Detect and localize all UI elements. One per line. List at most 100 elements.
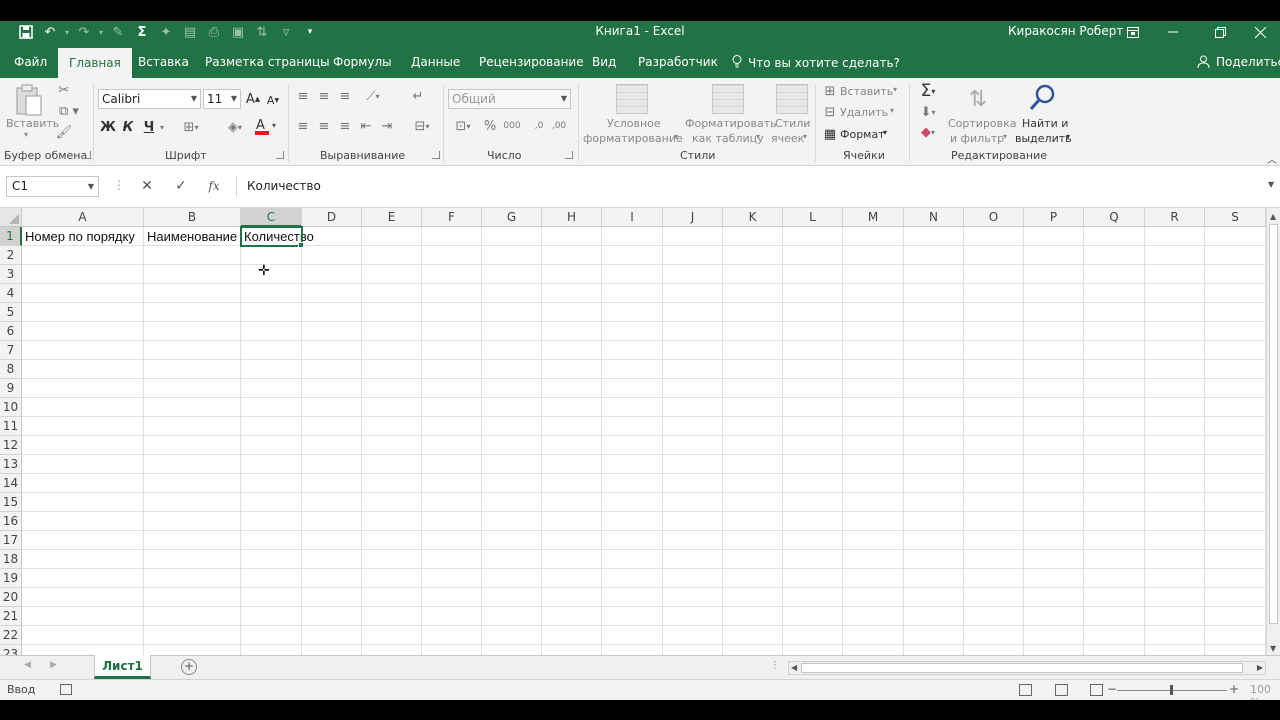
tab-splitter-icon[interactable]: ⋮ [770, 660, 780, 671]
number-format-select[interactable]: Общий ▼ [448, 89, 571, 109]
tell-me-box[interactable]: Что вы хотите сделать? [732, 55, 900, 71]
align-middle-icon[interactable]: ≡ [316, 88, 332, 104]
restore-icon[interactable] [1200, 21, 1240, 43]
row-header-18[interactable]: 18 [0, 550, 22, 569]
conditional-formatting-label-2[interactable]: форматирование [583, 132, 683, 145]
user-name[interactable]: Киракосян Роберт [1008, 24, 1123, 38]
cell-b1[interactable]: Наименование [144, 227, 241, 246]
tab-review[interactable]: Рецензирование [468, 43, 595, 78]
increase-indent-icon[interactable]: ⇥ [379, 118, 395, 134]
column-header-s[interactable]: S [1205, 208, 1266, 227]
font-size-select[interactable]: 11 ▼ [203, 89, 241, 109]
bold-button[interactable]: Ж [100, 118, 116, 136]
tab-developer[interactable]: Разработчик [627, 43, 729, 78]
page-layout-view-icon[interactable] [1055, 684, 1068, 696]
italic-button[interactable]: К [120, 118, 136, 136]
row-header-5[interactable]: 5 [0, 303, 22, 322]
currency-icon[interactable]: ⊡ ▾ [450, 118, 476, 134]
find-select-icon[interactable] [1026, 82, 1058, 114]
undo-icon[interactable]: ↶ [38, 23, 62, 41]
tab-data[interactable]: Данные [400, 43, 471, 78]
font-family-select[interactable]: Calibri ▼ [98, 89, 201, 109]
decrease-decimal-icon[interactable]: ,00 [550, 118, 568, 134]
find-select-label-2[interactable]: выделить [1015, 132, 1072, 145]
sort-filter-label-2[interactable]: и фильтр [950, 132, 1004, 145]
name-box[interactable]: C1 ▼ [6, 176, 99, 197]
zoom-in-icon[interactable]: + [1229, 682, 1239, 696]
close-icon[interactable] [1240, 21, 1280, 43]
font-color-icon[interactable]: A ▾ [254, 116, 280, 136]
cut-icon[interactable]: ✂ [56, 82, 72, 98]
sort-icon[interactable]: ⇅ [250, 23, 274, 41]
fill-icon[interactable]: ⬇ ▾ [914, 104, 942, 120]
tab-formulas[interactable]: Формулы [322, 43, 403, 78]
form-icon[interactable]: ▤ [178, 23, 202, 41]
cell-a1[interactable]: Номер по порядку [22, 227, 144, 246]
percent-icon[interactable]: % [482, 118, 498, 134]
sparkle-icon[interactable]: ✦ [154, 23, 178, 41]
underline-button[interactable]: Ч [141, 118, 157, 136]
undo-dropdown-icon[interactable]: ▾ [62, 23, 72, 41]
zoom-slider-thumb[interactable] [1170, 685, 1173, 695]
add-sheet-icon[interactable]: + [181, 659, 197, 675]
column-header-a[interactable]: A [22, 208, 144, 227]
align-bottom-icon[interactable]: ≡ [337, 88, 353, 104]
autosum-icon[interactable]: Σ [130, 23, 154, 41]
conditional-formatting-label-1[interactable]: Условное [607, 117, 661, 130]
next-sheet-icon[interactable]: ▶ [50, 660, 57, 670]
fill-handle[interactable] [298, 242, 304, 248]
autosum-icon[interactable]: Σ ▾ [914, 81, 942, 101]
number-launcher-icon[interactable] [565, 151, 573, 159]
column-header-g[interactable]: G [482, 208, 542, 227]
horizontal-scroll-thumb[interactable] [801, 663, 1243, 673]
filter-icon[interactable]: ▿ [274, 23, 298, 41]
format-as-table-icon[interactable] [712, 84, 744, 114]
zoom-out-icon[interactable]: − [1107, 682, 1117, 696]
share-button[interactable]: Поделиться [1197, 55, 1280, 71]
copy-icon[interactable]: ⧉ ▾ [56, 103, 82, 119]
row-header-1[interactable]: 1 [0, 227, 22, 246]
row-header-10[interactable]: 10 [0, 398, 22, 417]
collapse-ribbon-icon[interactable]: ︿ [1267, 151, 1277, 166]
scroll-left-icon[interactable]: ◀ [791, 663, 797, 672]
orientation-icon[interactable]: ⟋ ▾ [360, 88, 386, 104]
column-header-r[interactable]: R [1145, 208, 1205, 227]
align-top-icon[interactable]: ≡ [295, 88, 311, 104]
expand-formula-bar-icon[interactable]: ▼ [1268, 180, 1274, 189]
alignment-launcher-icon[interactable] [432, 151, 440, 159]
font-launcher-icon[interactable] [276, 151, 284, 159]
sheet-tab-list1[interactable]: Лист1 [94, 655, 151, 679]
scroll-down-icon[interactable]: ▼ [1270, 644, 1276, 653]
sort-filter-icon[interactable]: ⇅ [962, 84, 994, 114]
save-icon[interactable] [14, 23, 38, 41]
column-header-p[interactable]: P [1024, 208, 1084, 227]
row-header-20[interactable]: 20 [0, 588, 22, 607]
prev-sheet-icon[interactable]: ◀ [24, 660, 31, 670]
formula-bar-splitter-icon[interactable]: ⋮ [113, 178, 125, 192]
horizontal-scrollbar[interactable]: ◀ ▶ [788, 661, 1266, 675]
row-header-3[interactable]: 3 [0, 265, 22, 284]
fill-color-icon[interactable]: ◈ ▾ [222, 118, 248, 136]
row-header-6[interactable]: 6 [0, 322, 22, 341]
column-header-q[interactable]: Q [1084, 208, 1145, 227]
print-icon[interactable]: ⎙ [202, 23, 226, 41]
column-header-l[interactable]: L [783, 208, 843, 227]
sort-filter-label-1[interactable]: Сортировка [948, 117, 1017, 130]
row-header-13[interactable]: 13 [0, 455, 22, 474]
format-painter-icon[interactable]: 🖌 [56, 124, 73, 140]
increase-decimal-icon[interactable]: ,0 [530, 118, 548, 134]
row-header-15[interactable]: 15 [0, 493, 22, 512]
clipboard-launcher-icon[interactable] [83, 151, 91, 159]
underline-dropdown-icon[interactable]: ▾ [157, 118, 167, 136]
row-header-11[interactable]: 11 [0, 417, 22, 436]
format-cells-label[interactable]: Формат [840, 128, 885, 141]
row-header-9[interactable]: 9 [0, 379, 22, 398]
align-center-icon[interactable]: ≡ [316, 118, 332, 134]
worksheet-grid[interactable]: ABCDEFGHIJKLMNOPQRS 1 2 3 4 5 6 7 8 9 10 11 12 13 14 1… [0, 208, 1280, 655]
scroll-right-icon[interactable]: ▶ [1257, 663, 1263, 672]
tab-page-layout[interactable]: Разметка страницы [194, 43, 341, 78]
find-select-label-1[interactable]: Найти и [1022, 117, 1068, 130]
row-header-12[interactable]: 12 [0, 436, 22, 455]
column-header-n[interactable]: N [904, 208, 964, 227]
conditional-formatting-dropdown-icon[interactable]: ▾ [674, 132, 678, 141]
